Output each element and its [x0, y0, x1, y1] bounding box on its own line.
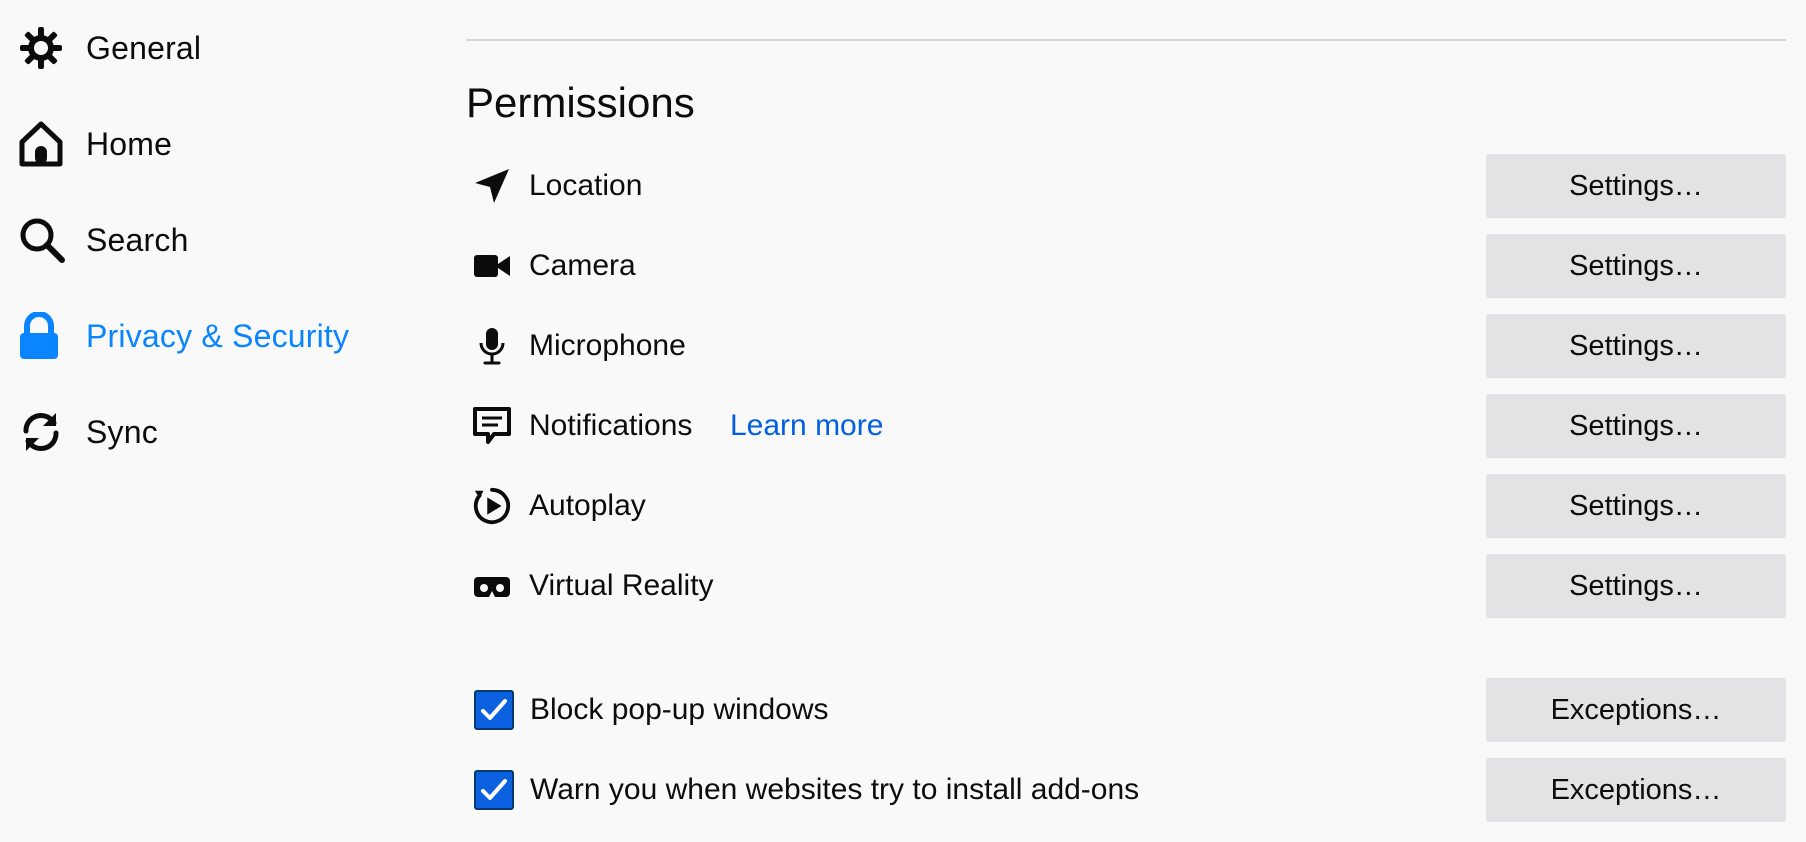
- checkbox-row-block-popups: Block pop-up windows Exceptions…: [466, 678, 1786, 742]
- permission-row-virtual-reality: Virtual Reality Settings…: [466, 554, 1786, 618]
- sidebar-item-label: Sync: [86, 413, 158, 450]
- camera-settings-button[interactable]: Settings…: [1486, 234, 1786, 298]
- sidebar: General Home Search Privacy & Security S…: [0, 0, 440, 842]
- section-divider: [466, 39, 1786, 41]
- microphone-settings-button[interactable]: Settings…: [1486, 314, 1786, 378]
- permission-row-notifications: Notifications Learn more Settings…: [466, 394, 1786, 458]
- sidebar-item-sync[interactable]: Sync: [18, 402, 158, 462]
- permission-label: Notifications: [529, 409, 693, 442]
- vr-headset-icon: [472, 566, 512, 606]
- section-title: Permissions: [466, 79, 695, 126]
- location-arrow-icon: [472, 166, 512, 206]
- checkmark-icon: [481, 779, 507, 800]
- permission-label: Virtual Reality: [529, 569, 714, 602]
- notifications-learn-more-link[interactable]: Learn more: [730, 394, 883, 458]
- sidebar-item-general[interactable]: General: [18, 18, 201, 78]
- home-icon: [18, 119, 68, 169]
- microphone-icon: [472, 326, 512, 366]
- autoplay-icon: [472, 486, 512, 526]
- block-popups-checkbox[interactable]: [474, 690, 514, 730]
- search-icon: [18, 215, 68, 265]
- permission-label: Microphone: [529, 329, 686, 362]
- sidebar-item-label: Search: [86, 221, 189, 258]
- notifications-settings-button[interactable]: Settings…: [1486, 394, 1786, 458]
- permission-row-microphone: Microphone Settings…: [466, 314, 1786, 378]
- permission-row-location: Location Settings…: [466, 154, 1786, 218]
- checkbox-label: Block pop-up windows: [530, 693, 829, 726]
- permission-label: Location: [529, 169, 643, 202]
- checkbox-row-warn-addons: Warn you when websites try to install ad…: [466, 758, 1786, 822]
- warn-addons-checkbox[interactable]: [474, 770, 514, 810]
- sidebar-item-label: General: [86, 29, 202, 66]
- gear-icon: [18, 23, 68, 73]
- checkmark-icon: [481, 699, 507, 720]
- lock-icon: [18, 311, 68, 361]
- sidebar-item-label: Privacy & Security: [86, 317, 350, 354]
- permission-row-autoplay: Autoplay Settings…: [466, 474, 1786, 538]
- sidebar-item-privacy-security[interactable]: Privacy & Security: [18, 306, 349, 366]
- autoplay-settings-button[interactable]: Settings…: [1486, 474, 1786, 538]
- camera-icon: [472, 246, 512, 286]
- popup-exceptions-button[interactable]: Exceptions…: [1486, 678, 1786, 742]
- checkbox-label: Warn you when websites try to install ad…: [530, 773, 1140, 806]
- sync-icon: [18, 407, 68, 457]
- sidebar-item-label: Home: [86, 125, 173, 162]
- location-settings-button[interactable]: Settings…: [1486, 154, 1786, 218]
- permission-label: Camera: [529, 249, 636, 282]
- permissions-panel: Permissions Location Settings… Camera Se…: [466, 0, 1786, 842]
- sidebar-item-search[interactable]: Search: [18, 210, 189, 270]
- permission-label: Autoplay: [529, 489, 646, 522]
- virtual-reality-settings-button[interactable]: Settings…: [1486, 554, 1786, 618]
- notification-icon: [472, 406, 512, 446]
- addons-exceptions-button[interactable]: Exceptions…: [1486, 758, 1786, 822]
- permission-row-camera: Camera Settings…: [466, 234, 1786, 298]
- sidebar-item-home[interactable]: Home: [18, 114, 172, 174]
